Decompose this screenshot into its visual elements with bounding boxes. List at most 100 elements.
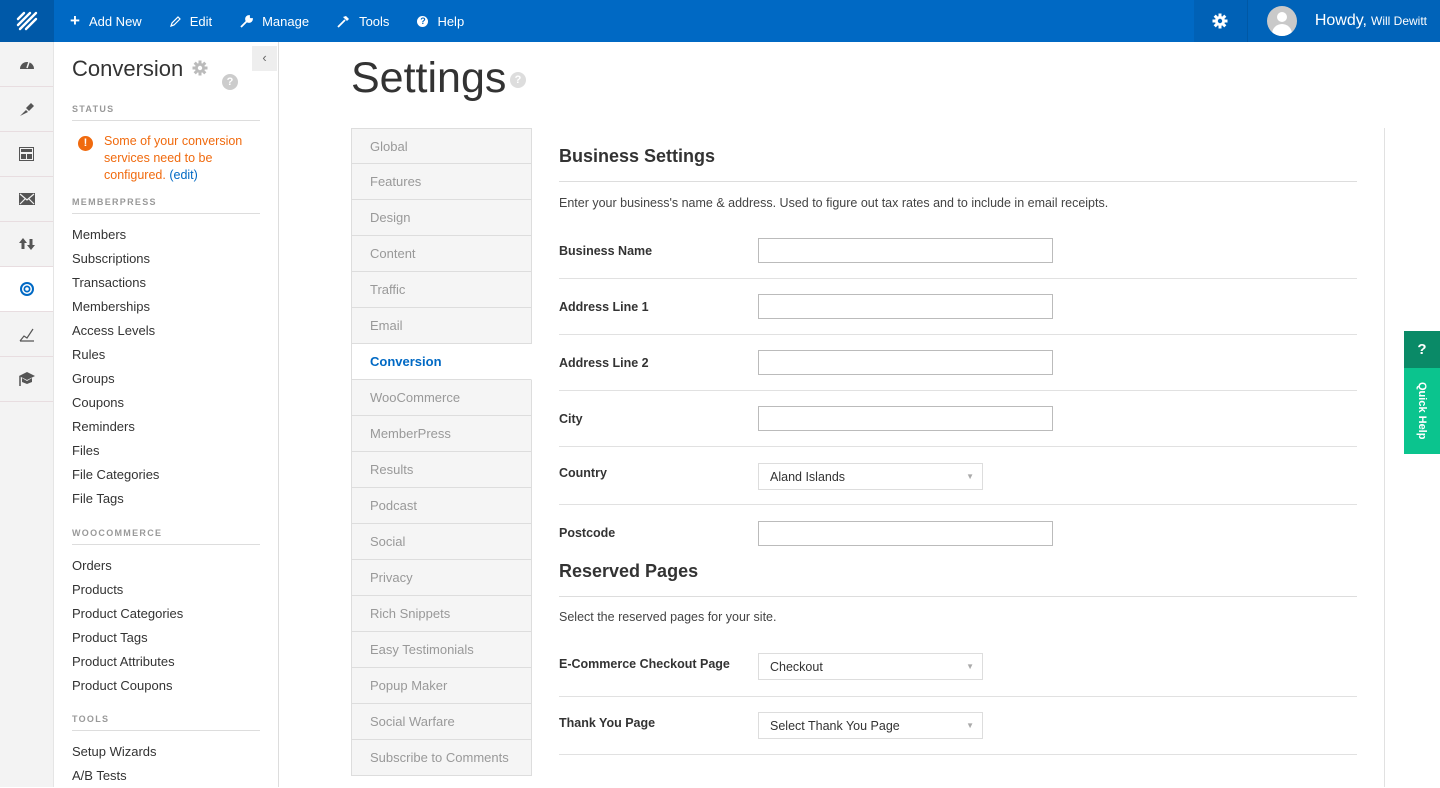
settings-gear-button[interactable] — [1193, 0, 1248, 42]
wrench-icon — [240, 14, 253, 28]
reserved-pages-title: Reserved Pages — [559, 555, 1357, 597]
sidebar-link-product-categories[interactable]: Product Categories — [72, 602, 260, 626]
gear-icon — [192, 60, 208, 76]
thank-you-page-label: Thank You Page — [559, 716, 656, 730]
memberpress-section: MEMBERPRESS Members Subscriptions Transa… — [72, 197, 260, 511]
edit-button[interactable]: Edit — [156, 0, 226, 42]
rail-item-layout[interactable] — [0, 132, 53, 177]
country-select-value: Aland Islands — [770, 469, 846, 484]
city-row: City — [559, 391, 1357, 447]
country-select[interactable]: Aland Islands ▼ — [758, 463, 983, 490]
business-name-input[interactable] — [758, 238, 1053, 263]
sidebar-link-reminders[interactable]: Reminders — [72, 415, 260, 439]
tab-easy-testimonials[interactable]: Easy Testimonials — [351, 632, 532, 668]
sidebar-settings-button[interactable] — [192, 60, 208, 81]
chart-icon — [19, 328, 34, 342]
chevron-down-icon: ▼ — [966, 662, 974, 671]
checkout-page-select[interactable]: Checkout ▼ — [758, 653, 983, 680]
warning-icon: ! — [78, 136, 93, 151]
top-admin-bar: + Add New Edit Manage Tools ? Help Howdy… — [0, 0, 1440, 42]
postcode-label: Postcode — [559, 526, 616, 540]
sidebar-link-coupons[interactable]: Coupons — [72, 391, 260, 415]
thank-you-page-select[interactable]: Select Thank You Page ▼ — [758, 712, 983, 739]
tab-content[interactable]: Content — [351, 236, 532, 272]
address-line-2-row: Address Line 2 — [559, 335, 1357, 391]
tab-traffic[interactable]: Traffic — [351, 272, 532, 308]
tab-rich-snippets[interactable]: Rich Snippets — [351, 596, 532, 632]
sidebar-link-transactions[interactable]: Transactions — [72, 271, 260, 295]
add-new-button[interactable]: + Add New — [54, 0, 156, 42]
tab-design[interactable]: Design — [351, 200, 532, 236]
address-line-2-input[interactable] — [758, 350, 1053, 375]
sidebar-link-products[interactable]: Products — [72, 578, 260, 602]
business-name-row: Business Name — [559, 223, 1357, 279]
city-input[interactable] — [758, 406, 1053, 431]
page-help-icon[interactable]: ? — [510, 72, 526, 88]
rail-item-learn[interactable] — [0, 357, 53, 402]
tab-results[interactable]: Results — [351, 452, 532, 488]
pencil-icon — [169, 15, 181, 27]
rail-item-traffic[interactable] — [0, 222, 53, 267]
address-line-1-input[interactable] — [758, 294, 1053, 319]
tab-conversion[interactable]: Conversion — [351, 344, 532, 380]
icon-rail — [0, 42, 54, 787]
rail-item-conversion[interactable] — [0, 267, 53, 312]
sidebar-link-subscriptions[interactable]: Subscriptions — [72, 247, 260, 271]
business-name-label: Business Name — [559, 243, 653, 258]
tab-social-warfare[interactable]: Social Warfare — [351, 704, 532, 740]
tab-features[interactable]: Features — [351, 164, 532, 200]
sidebar-link-rules[interactable]: Rules — [72, 343, 260, 367]
settings-tabs: Global Features Design Content Traffic E… — [351, 128, 532, 776]
tab-privacy[interactable]: Privacy — [351, 560, 532, 596]
manage-button[interactable]: Manage — [226, 0, 323, 42]
sidebar-link-members[interactable]: Members — [72, 223, 260, 247]
sidebar-link-memberships[interactable]: Memberships — [72, 295, 260, 319]
user-menu[interactable]: Howdy, Will Dewitt — [1247, 0, 1440, 42]
chevron-left-icon: ‹ — [262, 50, 267, 65]
sidebar-link-files[interactable]: Files — [72, 439, 260, 463]
country-row: Country Aland Islands ▼ — [559, 447, 1357, 505]
settings-content: Business Settings Enter your business's … — [559, 128, 1357, 755]
sidebar-link-product-coupons[interactable]: Product Coupons — [72, 674, 260, 698]
tab-memberpress[interactable]: MemberPress — [351, 416, 532, 452]
status-edit-link[interactable]: (edit) — [169, 168, 197, 182]
rail-item-results[interactable] — [0, 312, 53, 357]
help-button[interactable]: ? Help — [403, 0, 478, 42]
tools-button[interactable]: Tools — [323, 0, 403, 42]
envelope-icon — [18, 193, 35, 205]
tab-social[interactable]: Social — [351, 524, 532, 560]
sidebar-link-orders[interactable]: Orders — [72, 554, 260, 578]
collapse-sidebar-button[interactable]: ‹ — [252, 46, 277, 71]
sidebar-help-icon[interactable]: ? — [222, 74, 238, 90]
sidebar-link-setup-wizards[interactable]: Setup Wizards — [72, 740, 260, 764]
sidebar-link-product-tags[interactable]: Product Tags — [72, 626, 260, 650]
sidebar-link-product-attributes[interactable]: Product Attributes — [72, 650, 260, 674]
edit-label: Edit — [189, 13, 213, 29]
logo-icon[interactable] — [0, 0, 54, 42]
sidebar-link-file-tags[interactable]: File Tags — [72, 487, 260, 511]
manage-label: Manage — [262, 13, 310, 29]
sidebar-link-access-levels[interactable]: Access Levels — [72, 319, 260, 343]
thank-you-page-select-value: Select Thank You Page — [770, 718, 900, 733]
sidebar-link-ab-tests[interactable]: A/B Tests — [72, 764, 260, 788]
thank-you-page-row: Thank You Page Select Thank You Page ▼ — [559, 697, 1357, 755]
tab-podcast[interactable]: Podcast — [351, 488, 532, 524]
chevron-down-icon: ▼ — [966, 721, 974, 730]
sidebar-link-groups[interactable]: Groups — [72, 367, 260, 391]
postcode-input[interactable] — [758, 520, 1053, 546]
woocommerce-section: WOOCOMMERCE Orders Products Product Cate… — [72, 528, 260, 698]
tab-popup-maker[interactable]: Popup Maker — [351, 668, 532, 704]
tab-woocommerce[interactable]: WooCommerce — [351, 380, 532, 416]
rail-item-dashboard[interactable] — [0, 42, 53, 87]
tools-heading: TOOLS — [72, 714, 260, 731]
business-settings-title: Business Settings — [559, 128, 1357, 182]
sidebar-link-file-categories[interactable]: File Categories — [72, 463, 260, 487]
tab-global[interactable]: Global — [351, 128, 532, 164]
tools-label: Tools — [359, 13, 390, 29]
updown-arrows-icon — [18, 238, 35, 250]
rail-item-email[interactable] — [0, 177, 53, 222]
tab-email[interactable]: Email — [351, 308, 532, 344]
rail-item-design[interactable] — [0, 87, 53, 132]
quick-help-button[interactable]: ? Quick Help — [1404, 331, 1440, 454]
tab-subscribe-to-comments[interactable]: Subscribe to Comments — [351, 740, 532, 776]
